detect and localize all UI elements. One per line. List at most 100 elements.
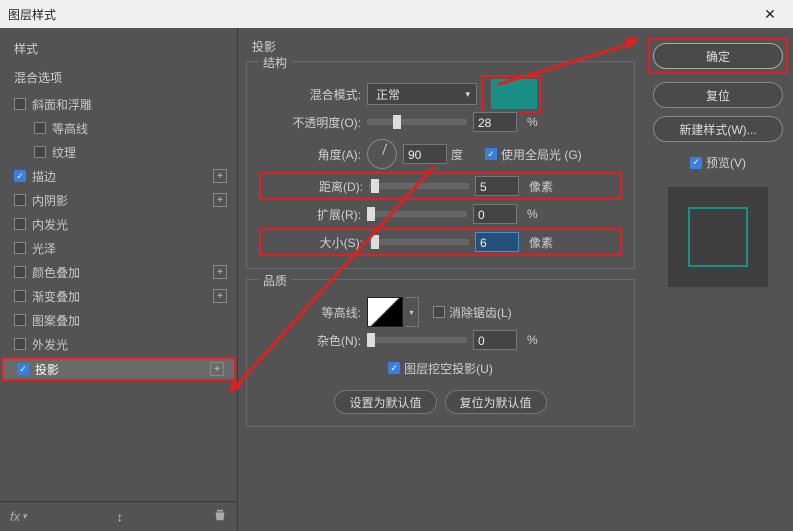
contour-picker[interactable] <box>367 297 403 327</box>
styles-header[interactable]: 样式 <box>0 34 237 63</box>
checkbox-bevel[interactable] <box>14 98 26 110</box>
checkbox-color-overlay[interactable] <box>14 266 26 278</box>
sidebar-item-label: 内发光 <box>32 216 68 233</box>
checkbox-inner-glow[interactable] <box>14 218 26 230</box>
add-gradient-overlay-button[interactable]: + <box>213 289 227 303</box>
new-style-button[interactable]: 新建样式(W)... <box>653 116 783 142</box>
add-inner-shadow-button[interactable]: + <box>213 193 227 207</box>
reset-button[interactable]: 复位 <box>653 82 783 108</box>
checkbox-pattern-overlay[interactable] <box>14 314 26 326</box>
add-color-overlay-button[interactable]: + <box>213 265 227 279</box>
sidebar-item-label: 图案叠加 <box>32 312 80 329</box>
blend-mode-select[interactable]: 正常 ▾ <box>367 83 477 105</box>
angle-row: 角度(A): 90 度 ✓ 使用全局光 (G) <box>259 140 622 168</box>
sidebar-item-gradient-overlay[interactable]: 渐变叠加 + <box>0 284 237 308</box>
noise-field[interactable]: 0 <box>473 330 517 350</box>
sidebar-item-inner-shadow[interactable]: 内阴影 + <box>0 188 237 212</box>
angle-field[interactable]: 90 <box>403 144 447 164</box>
sidebar-item-label: 光泽 <box>32 240 56 257</box>
add-stroke-button[interactable]: + <box>213 169 227 183</box>
spread-slider[interactable] <box>367 211 467 217</box>
sidebar-item-drop-shadow[interactable]: ✓投影 + <box>1 357 236 381</box>
structure-legend: 结构 <box>259 54 291 71</box>
structure-fieldset: 结构 混合模式: 正常 ▾ 不透明度(O): 28 % <box>246 61 635 269</box>
size-row: 大小(S): 6 像素 <box>259 228 622 256</box>
size-unit: 像素 <box>525 234 557 251</box>
contour-dropdown[interactable]: ▾ <box>405 297 419 327</box>
checkbox-contour[interactable] <box>34 122 46 134</box>
quality-legend: 品质 <box>259 272 291 289</box>
distance-field[interactable]: 5 <box>475 176 519 196</box>
window-title: 图层样式 <box>8 6 56 23</box>
sidebar-item-label: 斜面和浮雕 <box>32 96 92 113</box>
opacity-label: 不透明度(O): <box>259 114 367 131</box>
right-panel: 确定 复位 新建样式(W)... ✓ 预览(V) <box>643 28 793 531</box>
add-drop-shadow-button[interactable]: + <box>210 362 224 376</box>
checkbox-stroke[interactable]: ✓ <box>14 170 26 182</box>
set-default-button[interactable]: 设置为默认值 <box>334 390 436 414</box>
fx-menu[interactable]: fx▾ <box>10 509 27 524</box>
noise-slider[interactable] <box>367 337 467 343</box>
size-field[interactable]: 6 <box>475 232 519 252</box>
sidebar-item-color-overlay[interactable]: 颜色叠加 + <box>0 260 237 284</box>
reset-default-button[interactable]: 复位为默认值 <box>445 390 547 414</box>
reorder-icon[interactable]: ↕ <box>117 510 123 524</box>
preview-checkbox[interactable]: ✓ <box>690 157 702 169</box>
antialias-label: 消除锯齿(L) <box>449 304 512 321</box>
contour-label: 等高线: <box>259 304 367 321</box>
preview-label: 预览(V) <box>706 154 746 171</box>
checkbox-satin[interactable] <box>14 242 26 254</box>
sidebar-item-texture[interactable]: 纹理 <box>0 140 237 164</box>
size-slider[interactable] <box>369 239 469 245</box>
sidebar-item-bevel[interactable]: 斜面和浮雕 <box>0 92 237 116</box>
sidebar-item-label: 颜色叠加 <box>32 264 80 281</box>
knockout-label: 图层挖空投影(U) <box>404 360 493 377</box>
titlebar: 图层样式 ✕ <box>0 0 793 28</box>
opacity-slider[interactable] <box>367 119 467 125</box>
sidebar-item-label: 内阴影 <box>32 192 68 209</box>
blend-mode-row: 混合模式: 正常 ▾ <box>259 80 622 108</box>
distance-row: 距离(D): 5 像素 <box>259 172 622 200</box>
sidebar-item-label: 外发光 <box>32 336 68 353</box>
sidebar-item-label: 纹理 <box>52 144 76 161</box>
sidebar-item-inner-glow[interactable]: 内发光 <box>0 212 237 236</box>
preview-inner <box>688 207 748 267</box>
checkbox-inner-shadow[interactable] <box>14 194 26 206</box>
angle-unit: 度 <box>447 146 479 163</box>
ok-button[interactable]: 确定 <box>653 43 783 69</box>
knockout-checkbox[interactable]: ✓ <box>388 362 400 374</box>
chevron-down-icon: ▾ <box>465 89 470 100</box>
styles-sidebar: 样式 混合选项 斜面和浮雕 等高线 纹理 ✓ 描边 + 内阴影 + 内发光 <box>0 28 238 531</box>
global-light-checkbox[interactable]: ✓ <box>485 148 497 160</box>
sidebar-item-outer-glow[interactable]: 外发光 <box>0 332 237 356</box>
angle-dial[interactable] <box>367 139 397 169</box>
checkbox-outer-glow[interactable] <box>14 338 26 350</box>
close-button[interactable]: ✕ <box>755 4 785 24</box>
sidebar-item-contour[interactable]: 等高线 <box>0 116 237 140</box>
sidebar-item-pattern-overlay[interactable]: 图案叠加 <box>0 308 237 332</box>
blend-options[interactable]: 混合选项 <box>0 63 237 92</box>
sidebar-item-label: 等高线 <box>52 120 88 137</box>
spread-label: 扩展(R): <box>259 206 367 223</box>
sidebar-item-satin[interactable]: 光泽 <box>0 236 237 260</box>
distance-label: 距离(D): <box>261 178 369 195</box>
global-light-label: 使用全局光 (G) <box>501 146 582 163</box>
checkbox-drop-shadow[interactable]: ✓ <box>17 363 29 375</box>
sidebar-item-stroke[interactable]: ✓ 描边 + <box>0 164 237 188</box>
blend-mode-label: 混合模式: <box>259 86 367 103</box>
antialias-checkbox[interactable] <box>433 306 445 318</box>
checkbox-gradient-overlay[interactable] <box>14 290 26 302</box>
checkbox-texture[interactable] <box>34 146 46 158</box>
spread-row: 扩展(R): 0 % <box>259 200 622 228</box>
annotation-arrow-2-head <box>625 33 642 49</box>
size-label: 大小(S): <box>261 234 369 251</box>
trash-icon[interactable] <box>213 508 227 525</box>
angle-label: 角度(A): <box>259 146 367 163</box>
distance-unit: 像素 <box>525 178 557 195</box>
spread-unit: % <box>523 207 555 221</box>
sidebar-item-label: 描边 <box>32 168 56 185</box>
opacity-field[interactable]: 28 <box>473 112 517 132</box>
preview-box <box>668 187 768 287</box>
blend-mode-value: 正常 <box>376 86 400 103</box>
spread-field[interactable]: 0 <box>473 204 517 224</box>
